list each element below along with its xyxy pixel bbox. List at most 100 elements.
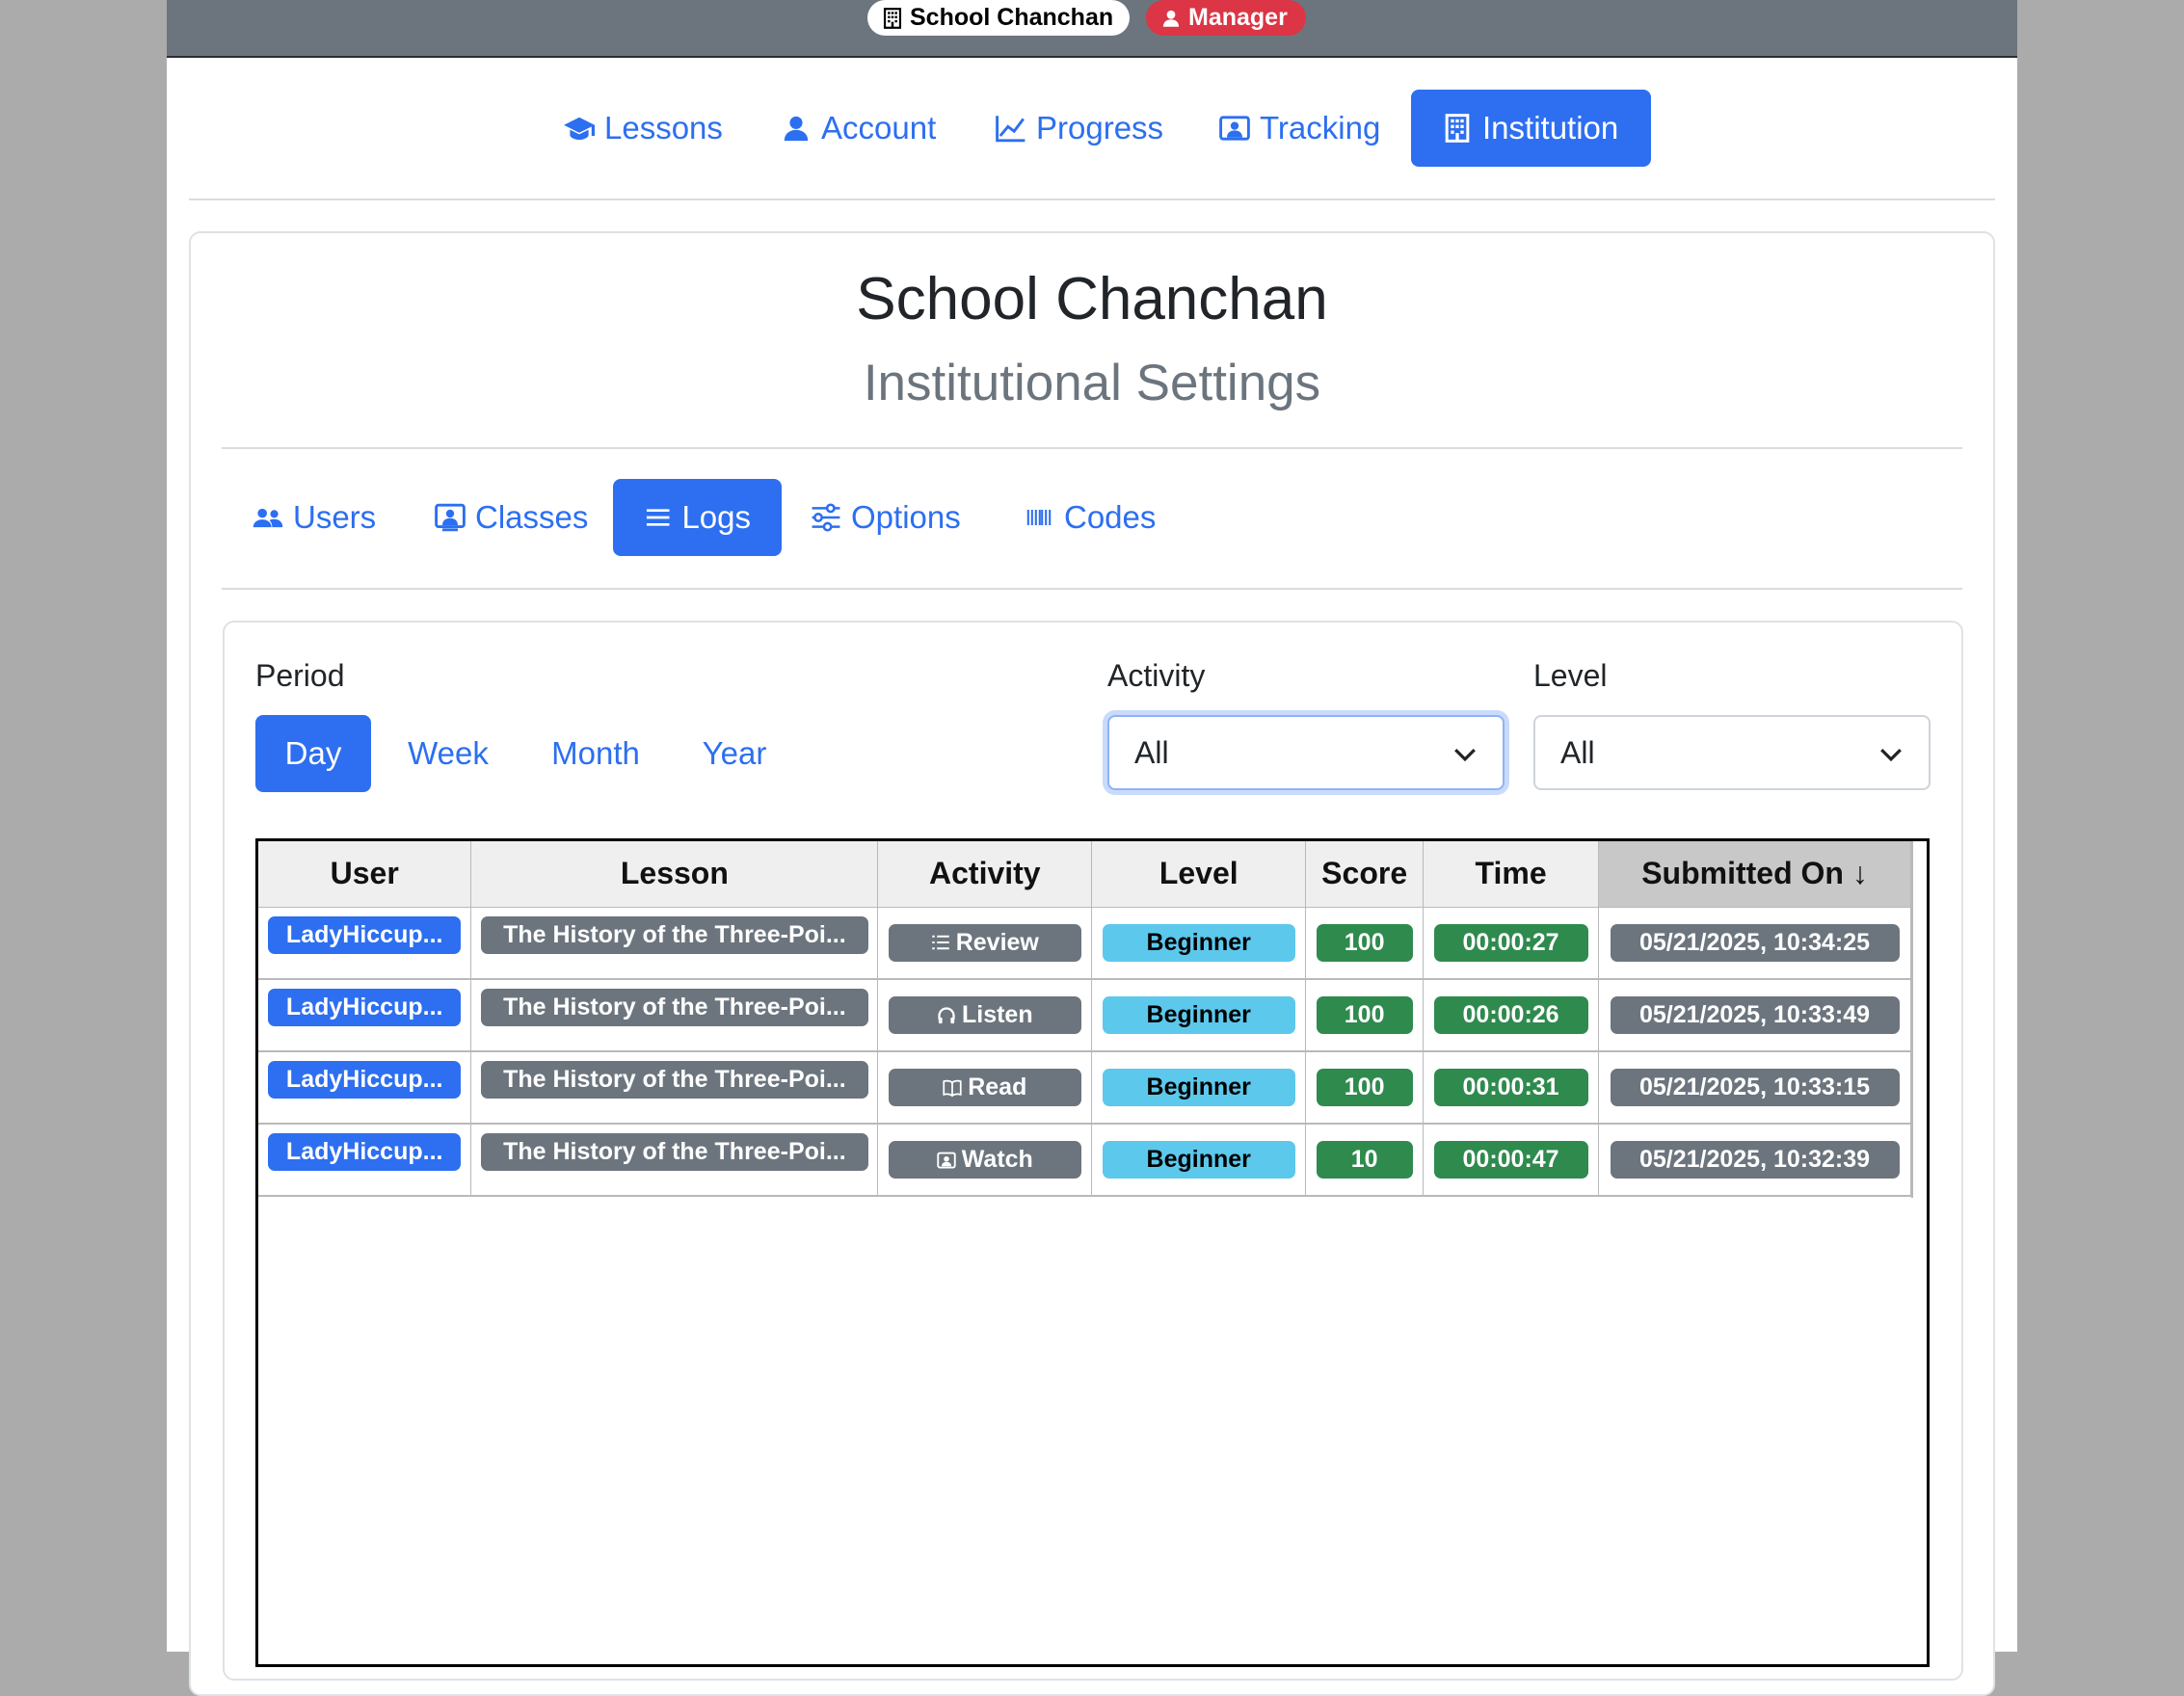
user-badge[interactable]: LadyHiccup...: [268, 915, 462, 954]
score-badge: 100: [1316, 996, 1413, 1034]
activity-badge-label: Review: [955, 928, 1039, 956]
page-title: School Chanchan: [856, 266, 1328, 332]
time-badge: 00:00:26: [1433, 996, 1588, 1034]
tab-logs[interactable]: Logs: [613, 479, 782, 556]
institution-badge: School Chanchan: [867, 0, 1130, 36]
time-badge: 00:00:47: [1433, 1141, 1588, 1179]
activity-select[interactable]: All: [1107, 715, 1505, 790]
column-header-score[interactable]: Score: [1305, 841, 1425, 908]
headphones-icon: [938, 1006, 955, 1023]
person-icon: [784, 116, 809, 142]
person-video-icon: [435, 503, 466, 532]
period-month-button[interactable]: Month: [528, 715, 663, 792]
tab-users-label: Users: [293, 499, 377, 535]
logs-table-container[interactable]: User Lesson Activity Level Score Time Su…: [255, 838, 1930, 1667]
nav-lessons[interactable]: Lessons: [564, 90, 723, 167]
nav-institution-label: Institution: [1482, 110, 1619, 146]
lesson-badge[interactable]: The History of the Three-Poi...: [480, 989, 868, 1026]
divider: [189, 199, 1995, 200]
activity-badge: Review: [888, 923, 1081, 962]
tab-classes[interactable]: Classes: [435, 479, 588, 556]
activity-label: Activity: [1107, 658, 1206, 693]
people-icon: [253, 508, 283, 528]
column-header-submitted[interactable]: Submitted On ↓: [1598, 841, 1911, 908]
tab-codes-label: Codes: [1064, 499, 1157, 535]
table-row[interactable]: LadyHiccup... The History of the Three-P…: [258, 907, 1911, 980]
graduation-cap-icon: [564, 117, 595, 140]
activity-badge: Read: [888, 1069, 1081, 1106]
sort-arrow-icon: ↓: [1851, 856, 1868, 891]
table-row[interactable]: LadyHiccup... The History of the Three-P…: [258, 1051, 1911, 1125]
lesson-badge[interactable]: The History of the Three-Poi...: [480, 915, 868, 954]
level-badge: Beginner: [1102, 1141, 1295, 1179]
submitted-badge: 05/21/2025, 10:33:15: [1610, 1069, 1900, 1106]
activity-select-value: All: [1134, 734, 1169, 770]
score-badge: 10: [1316, 1141, 1413, 1179]
nav-tracking[interactable]: Tracking: [1219, 90, 1380, 167]
tab-codes[interactable]: Codes: [1024, 479, 1156, 556]
score-badge: 100: [1316, 923, 1413, 962]
submitted-badge: 05/21/2025, 10:32:39: [1610, 1141, 1900, 1179]
period-label: Period: [255, 658, 345, 693]
column-header-activity[interactable]: Activity: [877, 841, 1093, 908]
lesson-badge[interactable]: The History of the Three-Poi...: [480, 1133, 868, 1171]
sliders-icon: [812, 503, 840, 532]
activity-badge: Watch: [888, 1141, 1081, 1179]
chevron-down-icon: [1880, 748, 1902, 762]
level-badge: Beginner: [1102, 923, 1295, 962]
table-header-row: User Lesson Activity Level Score Time Su…: [258, 841, 1911, 908]
user-badge[interactable]: LadyHiccup...: [268, 1061, 462, 1099]
activity-badge-label: Watch: [961, 1146, 1033, 1173]
role-badge-label: Manager: [1188, 4, 1288, 31]
column-header-time[interactable]: Time: [1423, 841, 1600, 908]
column-header-submitted-label: Submitted On: [1641, 856, 1844, 891]
role-badge: Manager: [1146, 0, 1306, 36]
level-badge: Beginner: [1102, 1069, 1295, 1106]
table-scroll-edge: [1911, 841, 1913, 1198]
nav-account[interactable]: Account: [781, 90, 936, 167]
submitted-badge: 05/21/2025, 10:34:25: [1610, 923, 1900, 962]
nav-account-label: Account: [821, 110, 937, 146]
page-subtitle: Institutional Settings: [863, 355, 1321, 411]
user-badge[interactable]: LadyHiccup...: [268, 1133, 462, 1171]
column-header-lesson[interactable]: Lesson: [470, 841, 879, 908]
table-row[interactable]: LadyHiccup... The History of the Three-P…: [258, 979, 1911, 1052]
nav-progress[interactable]: Progress: [996, 90, 1163, 167]
activity-badge-label: Listen: [961, 1001, 1033, 1028]
settings-tabs: Users Classes Logs Options Codes: [167, 479, 2017, 556]
book-icon: [943, 1079, 962, 1097]
period-week-button[interactable]: Week: [386, 715, 510, 792]
level-label: Level: [1533, 658, 1608, 693]
tab-options[interactable]: Options: [811, 479, 961, 556]
column-header-user[interactable]: User: [258, 841, 472, 908]
time-badge: 00:00:31: [1433, 1069, 1588, 1106]
divider: [222, 588, 1962, 590]
level-select[interactable]: All: [1533, 715, 1931, 790]
institution-badge-label: School Chanchan: [910, 4, 1114, 31]
activity-badge-label: Read: [968, 1073, 1027, 1100]
activity-badge: Listen: [888, 996, 1081, 1034]
submitted-badge: 05/21/2025, 10:33:49: [1610, 996, 1900, 1034]
chevron-down-icon: [1454, 748, 1476, 762]
building-icon: [1445, 114, 1470, 143]
divider: [222, 447, 1962, 449]
main-nav: Lessons Account Progress Tracking Instit…: [167, 90, 2017, 167]
user-badge[interactable]: LadyHiccup...: [268, 989, 462, 1026]
tab-options-label: Options: [851, 499, 961, 535]
building-icon: [883, 7, 902, 29]
level-badge: Beginner: [1102, 996, 1295, 1034]
table-row[interactable]: LadyHiccup... The History of the Three-P…: [258, 1124, 1911, 1197]
period-day-button[interactable]: Day: [255, 715, 371, 792]
level-select-value: All: [1560, 734, 1595, 770]
lesson-badge[interactable]: The History of the Three-Poi...: [480, 1061, 868, 1099]
tab-users[interactable]: Users: [253, 479, 376, 556]
nav-institution[interactable]: Institution: [1411, 90, 1651, 167]
nav-lessons-label: Lessons: [604, 110, 723, 146]
barcode-icon: [1026, 510, 1052, 525]
list-icon: [646, 509, 670, 526]
chart-line-icon: [996, 116, 1025, 143]
column-header-level[interactable]: Level: [1091, 841, 1307, 908]
period-year-button[interactable]: Year: [678, 715, 791, 792]
tab-classes-label: Classes: [475, 499, 589, 535]
time-badge: 00:00:27: [1433, 923, 1588, 962]
